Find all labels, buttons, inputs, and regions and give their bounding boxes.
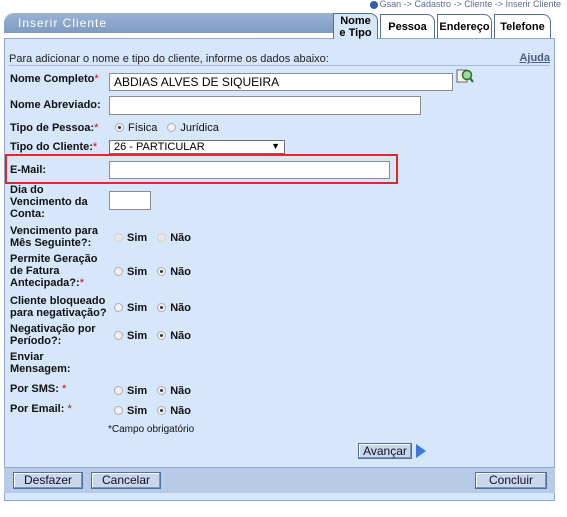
- por-email-radio-group: Sim Não: [114, 405, 201, 417]
- radio-nao[interactable]: [157, 406, 167, 415]
- info-dot-icon: [369, 0, 378, 9]
- breadcrumb: Gsan -> Cadastro -> Cliente -> Inserir C…: [369, 0, 561, 9]
- window-title: Inserir Cliente: [18, 16, 108, 30]
- footer-bar: [4, 467, 555, 493]
- radio-sim[interactable]: [114, 331, 123, 340]
- dia-vencimento-label: Dia do Vencimento da Conta:: [10, 184, 88, 220]
- cancelar-button[interactable]: Cancelar: [91, 472, 161, 489]
- radio-nao-label: Não: [170, 302, 191, 314]
- por-sms-label: Por SMS: *: [10, 383, 67, 395]
- concluir-button[interactable]: Concluir: [475, 472, 547, 489]
- radio-sim-label: Sim: [127, 266, 148, 278]
- vencimento-mes-seguinte-label: Vencimento para Mês Seguinte?:: [10, 225, 99, 249]
- radio-juridica-label: Jurídica: [180, 122, 219, 134]
- tipo-cliente-label: Tipo do Cliente:*: [10, 141, 98, 153]
- radio-sim[interactable]: [114, 267, 123, 276]
- radio-nao[interactable]: [157, 303, 167, 312]
- geracao-fatura-radio-group: Sim Não: [114, 266, 201, 278]
- breadcrumb-text: Gsan -> Cadastro -> Cliente -> Inserir C…: [379, 0, 561, 9]
- help-link[interactable]: Ajuda: [519, 52, 550, 64]
- radio-sim-label: Sim: [127, 330, 148, 342]
- radio-fisica[interactable]: [115, 123, 124, 132]
- email-label: E-Mail:: [10, 164, 47, 176]
- vencimento-mes-seguinte-radio-group: Sim Não: [114, 232, 201, 244]
- radio-nao[interactable]: [157, 267, 167, 276]
- chevron-down-icon: ▼: [271, 141, 280, 151]
- radio-nao-label: Não: [170, 330, 191, 342]
- email-input[interactable]: [109, 161, 390, 179]
- enviar-mensagem-label: Enviar Mensagem:: [10, 351, 71, 375]
- radio-nao[interactable]: [157, 331, 167, 340]
- radio-sim[interactable]: [114, 386, 123, 395]
- radio-sim[interactable]: [114, 406, 123, 415]
- nome-completo-input[interactable]: ABDIAS ALVES DE SIQUEIRA: [109, 73, 453, 91]
- tipo-cliente-select[interactable]: 26 - PARTICULAR ▼: [109, 140, 285, 154]
- dia-vencimento-input[interactable]: [109, 191, 151, 210]
- tab-nome-tipo[interactable]: Nome e Tipo: [333, 13, 378, 39]
- por-sms-radio-group: Sim Não: [114, 385, 201, 397]
- nome-abreviado-input[interactable]: [109, 96, 421, 115]
- radio-nao-label: Não: [170, 405, 191, 417]
- por-email-label: Por Email: *: [10, 403, 72, 415]
- radio-sim-label: Sim: [127, 405, 148, 417]
- desfazer-button[interactable]: Desfazer: [13, 472, 83, 489]
- nome-completo-label: Nome Completo*: [10, 73, 99, 85]
- negativacao-periodo-radio-group: Sim Não: [114, 330, 201, 342]
- magnifier-icon[interactable]: [456, 68, 474, 86]
- radio-nao[interactable]: [157, 233, 167, 242]
- radio-nao[interactable]: [157, 386, 167, 395]
- negativacao-periodo-label: Negativação por Período?:: [10, 323, 96, 347]
- required-note: *Campo obrigatório: [108, 424, 195, 435]
- radio-juridica[interactable]: [167, 123, 177, 132]
- tab-telefone[interactable]: Telefone: [494, 14, 551, 38]
- divider: [9, 65, 550, 66]
- nome-abreviado-label: Nome Abreviado:: [10, 99, 101, 111]
- radio-sim[interactable]: [114, 233, 123, 242]
- radio-sim-label: Sim: [127, 232, 148, 244]
- tipo-pessoa-label: Tipo de Pessoa:*: [10, 122, 99, 134]
- radio-sim-label: Sim: [127, 302, 148, 314]
- radio-sim-label: Sim: [127, 385, 148, 397]
- radio-nao-label: Não: [170, 385, 191, 397]
- radio-nao-label: Não: [170, 232, 191, 244]
- radio-fisica-label: Física: [128, 122, 158, 134]
- bloqueado-negativacao-radio-group: Sim Não: [114, 302, 201, 314]
- radio-nao-label: Não: [170, 266, 191, 278]
- window-titlebar: Inserir Cliente: [4, 13, 333, 33]
- bloqueado-negativacao-label: Cliente bloqueado para negativação?: [10, 295, 107, 319]
- tab-endereco[interactable]: Endereço: [437, 14, 492, 38]
- avancar-button[interactable]: Avançar: [358, 443, 412, 459]
- tipo-pessoa-radio-group: Física Jurídica: [115, 122, 229, 134]
- geracao-fatura-label: Permite Geração de Fatura Antecipada?:*: [10, 253, 98, 289]
- tab-pessoa[interactable]: Pessoa: [380, 14, 435, 38]
- arrow-right-icon[interactable]: [416, 444, 426, 458]
- intro-text: Para adicionar o nome e tipo do cliente,…: [9, 53, 329, 65]
- radio-sim[interactable]: [114, 303, 123, 312]
